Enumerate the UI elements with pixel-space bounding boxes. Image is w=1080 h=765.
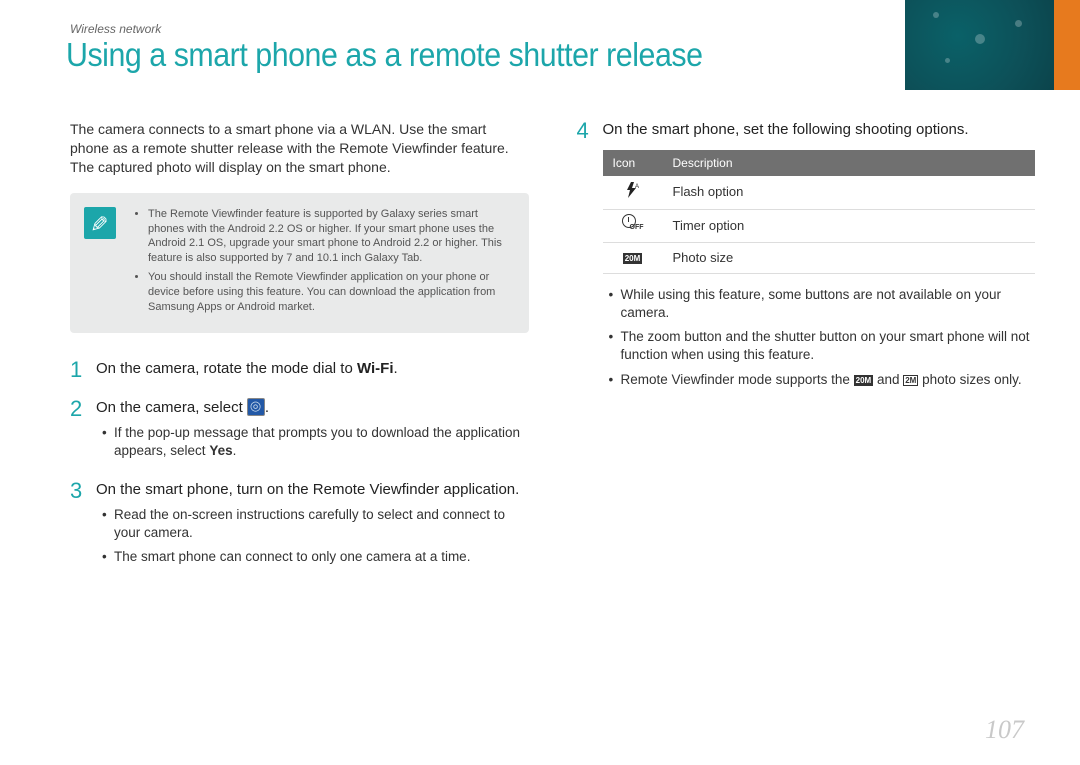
step-2-post: . (265, 399, 269, 416)
step-2: 2 On the camera, select . If the pop-up … (70, 398, 529, 466)
step-4-bullet: Remote Viewfinder mode supports the 20M … (607, 371, 1036, 389)
flash-icon: A (624, 182, 642, 203)
content-columns: The camera connects to a smart phone via… (70, 120, 1035, 725)
manual-page: Wireless network Using a smart phone as … (0, 0, 1080, 765)
step-3-title: On the smart phone, turn on the Remote V… (96, 480, 529, 500)
yes-label: Yes (209, 443, 232, 458)
timer-icon-cell: OFF (603, 209, 663, 243)
note-box: The Remote Viewfinder feature is support… (70, 193, 529, 333)
svg-text:A: A (635, 184, 639, 190)
step-number: 4 (577, 120, 591, 395)
breadcrumb: Wireless network (70, 22, 161, 36)
step-2-title: On the camera, select . (96, 398, 529, 418)
step-3-bullet: Read the on-screen instructions carefull… (100, 506, 529, 542)
section-tab (1054, 0, 1080, 90)
step-1-post: . (394, 360, 398, 377)
step-number: 1 (70, 359, 84, 385)
step-2-bullet-pre: If the pop-up message that prompts you t… (114, 425, 520, 458)
flash-desc: Flash option (663, 176, 1036, 209)
step-1-title: On the camera, rotate the mode dial to W… (96, 359, 529, 379)
step-4-title: On the smart phone, set the following sh… (603, 120, 1036, 140)
size-icon-2m: 2M (903, 375, 918, 386)
left-column: The camera connects to a smart phone via… (70, 120, 529, 725)
right-column: 4 On the smart phone, set the following … (577, 120, 1036, 725)
remote-viewfinder-icon (247, 398, 265, 416)
step-2-bullet: If the pop-up message that prompts you t… (100, 424, 529, 460)
note-icon (84, 207, 116, 239)
note-item: You should install the Remote Viewfinder… (148, 270, 513, 315)
step-4: 4 On the smart phone, set the following … (577, 120, 1036, 395)
page-number: 107 (985, 715, 1024, 745)
col-icon: Icon (603, 150, 663, 176)
step-number: 3 (70, 480, 84, 572)
note-item: The Remote Viewfinder feature is support… (148, 207, 513, 266)
step-3-bullet: The smart phone can connect to only one … (100, 548, 529, 566)
photo-size-icon: 20M (623, 253, 643, 264)
b3-mid: and (873, 372, 903, 387)
table-row: 20M Photo size (603, 243, 1036, 274)
step-2-pre: On the camera, select (96, 399, 247, 416)
step-1: 1 On the camera, rotate the mode dial to… (70, 359, 529, 385)
b3-pre: Remote Viewfinder mode supports the (621, 372, 854, 387)
step-4-bullet: While using this feature, some buttons a… (607, 286, 1036, 322)
options-table: Icon Description A Flash option (603, 150, 1036, 274)
flash-icon-cell: A (603, 176, 663, 209)
wifi-label-icon: Wi-Fi (357, 360, 394, 377)
size-desc: Photo size (663, 243, 1036, 274)
step-number: 2 (70, 398, 84, 466)
timer-desc: Timer option (663, 209, 1036, 243)
step-4-bullet: The zoom button and the shutter button o… (607, 328, 1036, 364)
table-row: A Flash option (603, 176, 1036, 209)
table-row: OFF Timer option (603, 209, 1036, 243)
col-description: Description (663, 150, 1036, 176)
intro-text: The camera connects to a smart phone via… (70, 120, 529, 177)
timer-off-icon: OFF (622, 216, 644, 232)
page-title: Using a smart phone as a remote shutter … (66, 36, 703, 74)
step-3: 3 On the smart phone, turn on the Remote… (70, 480, 529, 572)
size-icon-20m: 20M (854, 375, 874, 386)
b3-post: photo sizes only. (918, 372, 1021, 387)
size-icon-cell: 20M (603, 243, 663, 274)
step-1-pre: On the camera, rotate the mode dial to (96, 360, 357, 377)
step-2-bullet-post: . (233, 443, 237, 458)
